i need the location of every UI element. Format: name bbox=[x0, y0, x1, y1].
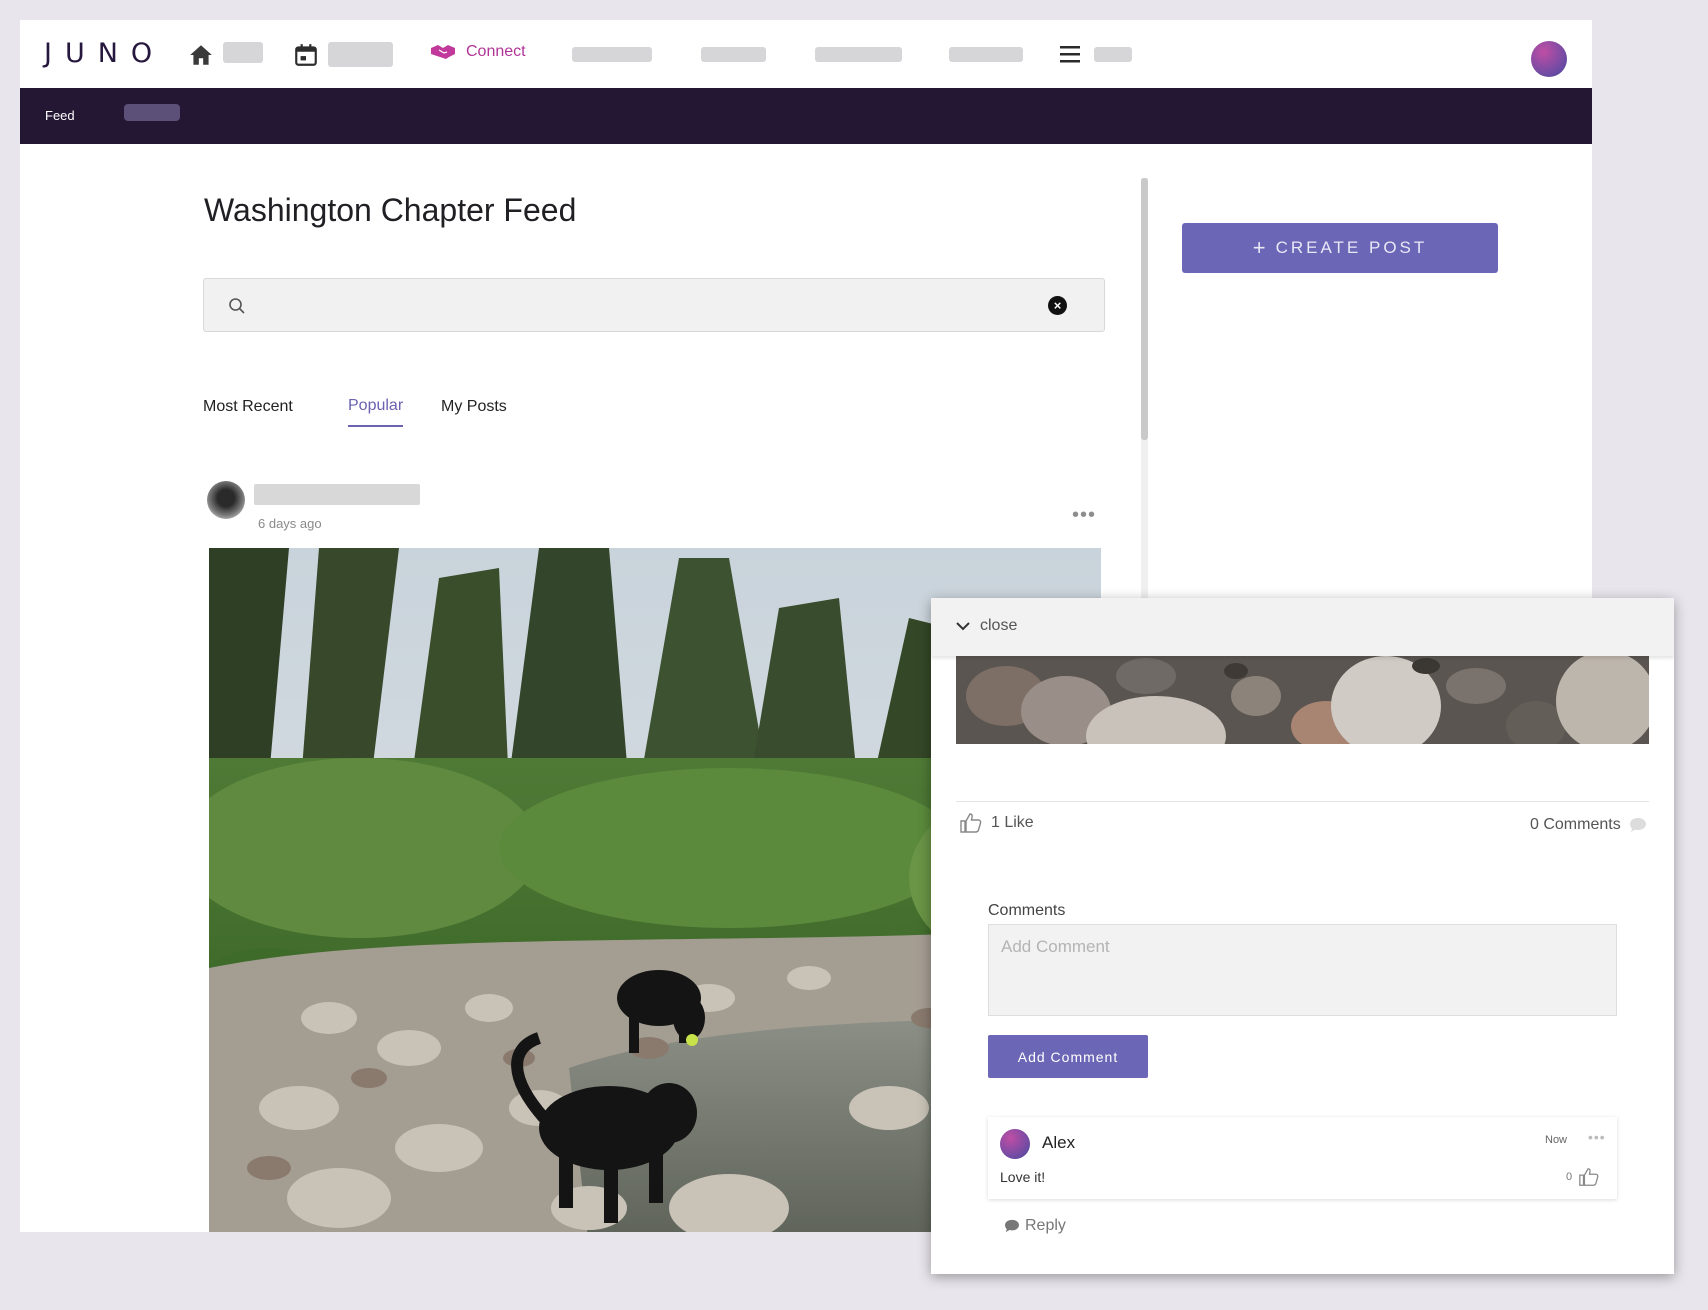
close-panel-link[interactable]: close bbox=[980, 617, 1017, 635]
post-more-options-icon[interactable]: ••• bbox=[1072, 504, 1096, 527]
plus-icon: + bbox=[1252, 235, 1266, 260]
post-detail-panel: close 1 Like 0 Comments Comments Add Com… bbox=[931, 598, 1674, 1274]
comment-text: Love it! bbox=[1000, 1169, 1046, 1185]
nav-item-placeholder[interactable] bbox=[815, 47, 902, 62]
comments-heading: Comments bbox=[988, 902, 1066, 919]
calendar-icon[interactable] bbox=[293, 42, 319, 68]
add-comment-input[interactable] bbox=[988, 924, 1617, 1016]
panel-header[interactable]: close bbox=[931, 598, 1674, 656]
search-bar[interactable]: × bbox=[203, 278, 1105, 332]
comment-like-count: 0 bbox=[1566, 1171, 1573, 1183]
search-icon bbox=[229, 298, 245, 314]
create-post-label: CREATE POST bbox=[1275, 238, 1428, 257]
thumbs-up-icon bbox=[1579, 1168, 1599, 1186]
nav-item-placeholder[interactable] bbox=[223, 42, 263, 63]
nav-item-placeholder[interactable] bbox=[328, 42, 393, 67]
rocks-photo bbox=[956, 656, 1649, 744]
nav-item-connect[interactable]: Connect bbox=[430, 43, 526, 61]
tab-most-recent[interactable]: Most Recent bbox=[203, 398, 293, 416]
speech-bubble-icon bbox=[1629, 818, 1646, 832]
comment-timestamp: Now bbox=[1545, 1134, 1568, 1146]
post-author-avatar[interactable] bbox=[207, 481, 245, 519]
comment-like-button[interactable]: 0 bbox=[1566, 1166, 1600, 1188]
comment-more-options-icon[interactable]: ••• bbox=[1588, 1129, 1606, 1145]
scrollbar-thumb[interactable] bbox=[1141, 178, 1148, 440]
page-title: Washington Chapter Feed bbox=[204, 192, 577, 228]
nav-item-placeholder[interactable] bbox=[572, 47, 652, 62]
user-avatar[interactable] bbox=[1531, 41, 1567, 77]
thumbs-up-icon bbox=[960, 813, 982, 833]
create-post-button[interactable]: + CREATE POST bbox=[1182, 223, 1498, 273]
nav-item-placeholder[interactable] bbox=[1094, 47, 1132, 62]
handshake-icon bbox=[431, 45, 455, 59]
tab-popular[interactable]: Popular bbox=[348, 397, 404, 427]
comment-author-avatar[interactable] bbox=[1000, 1129, 1030, 1159]
tab-my-posts[interactable]: My Posts bbox=[441, 398, 507, 416]
reply-button[interactable]: Reply bbox=[1004, 1217, 1066, 1235]
like-button[interactable]: 1 Like bbox=[959, 811, 1034, 835]
nav-item-placeholder[interactable] bbox=[701, 47, 766, 62]
clear-search-icon[interactable]: × bbox=[1048, 296, 1067, 315]
subnav-feed-link[interactable]: Feed bbox=[45, 108, 75, 123]
menu-icon[interactable] bbox=[1060, 44, 1080, 64]
speech-bubble-icon bbox=[1005, 1219, 1019, 1233]
top-nav: JUNO Connect bbox=[20, 20, 1592, 88]
chevron-down-icon[interactable] bbox=[955, 618, 971, 634]
post-timestamp: 6 days ago bbox=[258, 516, 322, 531]
add-comment-button[interactable]: Add Comment bbox=[988, 1035, 1148, 1078]
juno-logo[interactable]: JUNO bbox=[44, 38, 165, 69]
comment-item: Alex Now ••• Love it! 0 bbox=[988, 1117, 1617, 1199]
home-icon[interactable] bbox=[188, 42, 214, 68]
divider bbox=[956, 801, 1649, 802]
comments-count: 0 Comments bbox=[1530, 816, 1647, 834]
post-author-name-placeholder[interactable] bbox=[254, 484, 420, 505]
sub-nav: Feed bbox=[20, 88, 1592, 144]
subnav-item-placeholder[interactable] bbox=[124, 104, 180, 121]
comment-author-name[interactable]: Alex bbox=[1042, 1133, 1075, 1153]
likes-count-label: 1 Like bbox=[991, 814, 1034, 831]
nav-item-placeholder[interactable] bbox=[949, 47, 1023, 62]
comments-count-label: 0 Comments bbox=[1530, 816, 1621, 833]
connect-label: Connect bbox=[466, 43, 526, 60]
post-image-preview[interactable] bbox=[956, 656, 1649, 744]
reply-label: Reply bbox=[1025, 1217, 1066, 1234]
